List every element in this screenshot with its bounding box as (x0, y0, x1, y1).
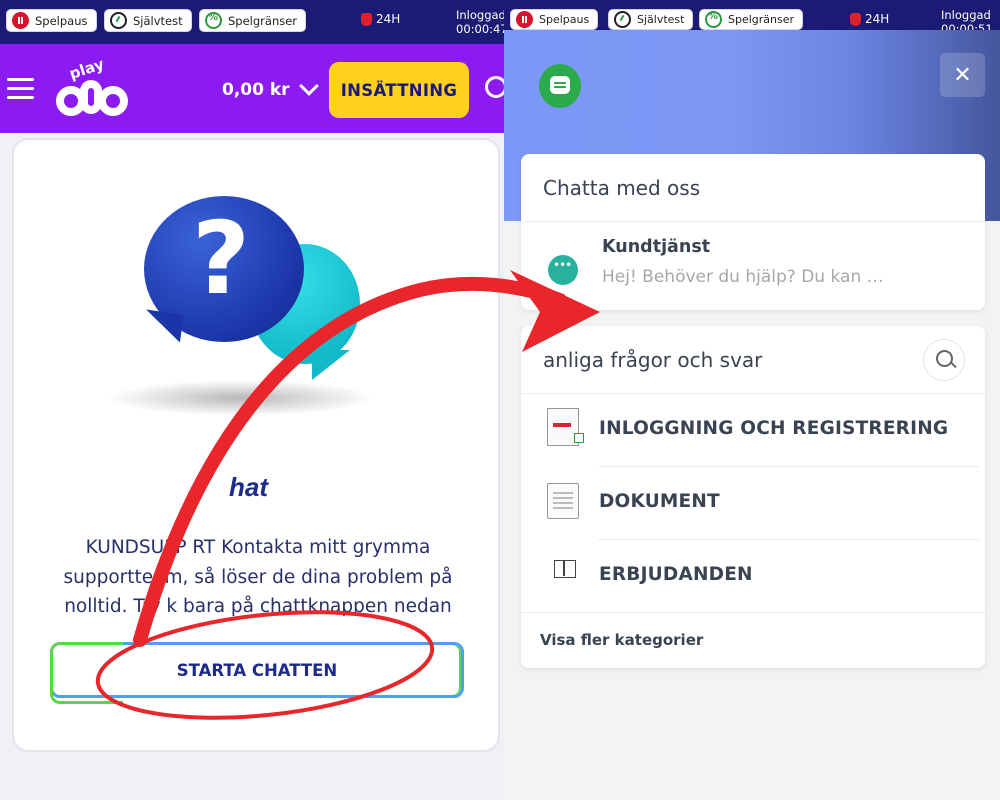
logged-label: Inloggad (941, 8, 991, 22)
hand-icon (361, 12, 372, 26)
faq-item-label: INLOGGNING OCH REGISTRERING (599, 418, 949, 439)
more-categories-link[interactable]: Visa fler kategorier (540, 631, 703, 649)
pause-button[interactable]: Spelpaus (6, 9, 97, 32)
limits-button[interactable]: Spelgränser (199, 9, 307, 32)
agent-name: Kundtjänst (602, 237, 711, 257)
selftest-label: Självtest (133, 13, 183, 28)
chat-logo-icon (539, 64, 581, 108)
responsible-gaming-bar: Spelpaus Självtest Spelgränser 24H Inlog… (504, 0, 1000, 36)
hand-icon (850, 12, 861, 26)
deposit-button[interactable]: INSÄTTNING (329, 62, 469, 118)
faq-item-offers[interactable]: ERBJUDANDEN (521, 540, 985, 613)
limits-icon (705, 11, 722, 28)
hours-label: 24H (865, 12, 890, 26)
logged-time: 00:00:47 (456, 22, 504, 36)
hours-label: 24H (376, 12, 401, 26)
panic-button[interactable]: 24H (361, 12, 400, 26)
faq-title: anliga frågor och svar (543, 348, 763, 372)
selftest-label: Självtest (637, 13, 685, 26)
gauge-icon (110, 12, 127, 29)
close-button[interactable]: ✕ (940, 53, 985, 97)
question-mark-icon: ? (192, 200, 251, 317)
faq-card: anliga frågor och svar INLOGGNING OCH RE… (521, 326, 985, 668)
session-timer: Inloggad 00:00:47 (456, 8, 504, 36)
balance-value: 0,00 kr (222, 80, 290, 100)
limits-label: Spelgränser (228, 13, 298, 28)
search-icon[interactable] (923, 339, 965, 381)
pause-label: Spelpaus (35, 13, 88, 28)
start-chat-button[interactable]: STARTA CHATTEN (50, 642, 464, 704)
pause-icon (12, 12, 29, 29)
selftest-button[interactable]: Självtest (104, 9, 192, 32)
gift-icon (551, 554, 577, 584)
limits-button[interactable]: Spelgränser (699, 9, 804, 30)
right-screen: Spelpaus Självtest Spelgränser 24H Inlog… (504, 0, 1000, 800)
agent-message: Hej! Behöver du hjälp? Du kan … (602, 267, 884, 287)
pause-icon (516, 11, 533, 28)
chevron-down-icon (298, 76, 319, 96)
pause-button[interactable]: Spelpaus (510, 9, 599, 30)
limits-icon (205, 12, 222, 29)
pause-label: Spelpaus (539, 13, 590, 26)
balance-dropdown[interactable]: 0,00 kr (222, 76, 319, 100)
chat-card-title: Chatta med oss (543, 176, 701, 200)
responsible-gaming-bar: Spelpaus Självtest Spelgränser 24H Inlog… (0, 0, 504, 44)
document-icon (547, 483, 579, 519)
chat-card: Chatta med oss Kundtjänst Hej! Behöver d… (521, 154, 985, 310)
faq-item-documents[interactable]: DOKUMENT (521, 467, 985, 540)
hamburger-menu-icon[interactable] (7, 78, 34, 100)
faq-item-label: DOKUMENT (599, 491, 720, 512)
left-screen: Spelpaus Självtest Spelgränser 24H Inlog… (0, 0, 504, 800)
conversation-row[interactable]: Kundtjänst Hej! Behöver du hjälp? Du kan… (521, 222, 985, 310)
panic-button[interactable]: 24H (850, 12, 889, 26)
chat-dots-icon (548, 255, 578, 285)
card-title: hat (229, 472, 268, 502)
selftest-button[interactable]: Självtest (608, 9, 694, 30)
limits-label: Spelgränser (728, 13, 795, 26)
support-card: ? hat KUNDSUPP RT Kontakta mitt grymma s… (12, 138, 500, 752)
search-icon[interactable] (485, 76, 504, 98)
start-chat-label: STARTA CHATTEN (176, 660, 338, 680)
login-document-icon (547, 408, 584, 446)
logo-text: play (67, 54, 107, 84)
gauge-icon (614, 11, 631, 28)
logged-label: Inloggad (456, 8, 504, 22)
faq-item-label: ERBJUDANDEN (599, 564, 753, 585)
support-description: KUNDSUPP RT Kontakta mitt grymma support… (63, 537, 453, 617)
faq-item-login[interactable]: INLOGGNING OCH REGISTRERING (521, 394, 985, 467)
playojo-logo[interactable]: play (54, 54, 132, 126)
